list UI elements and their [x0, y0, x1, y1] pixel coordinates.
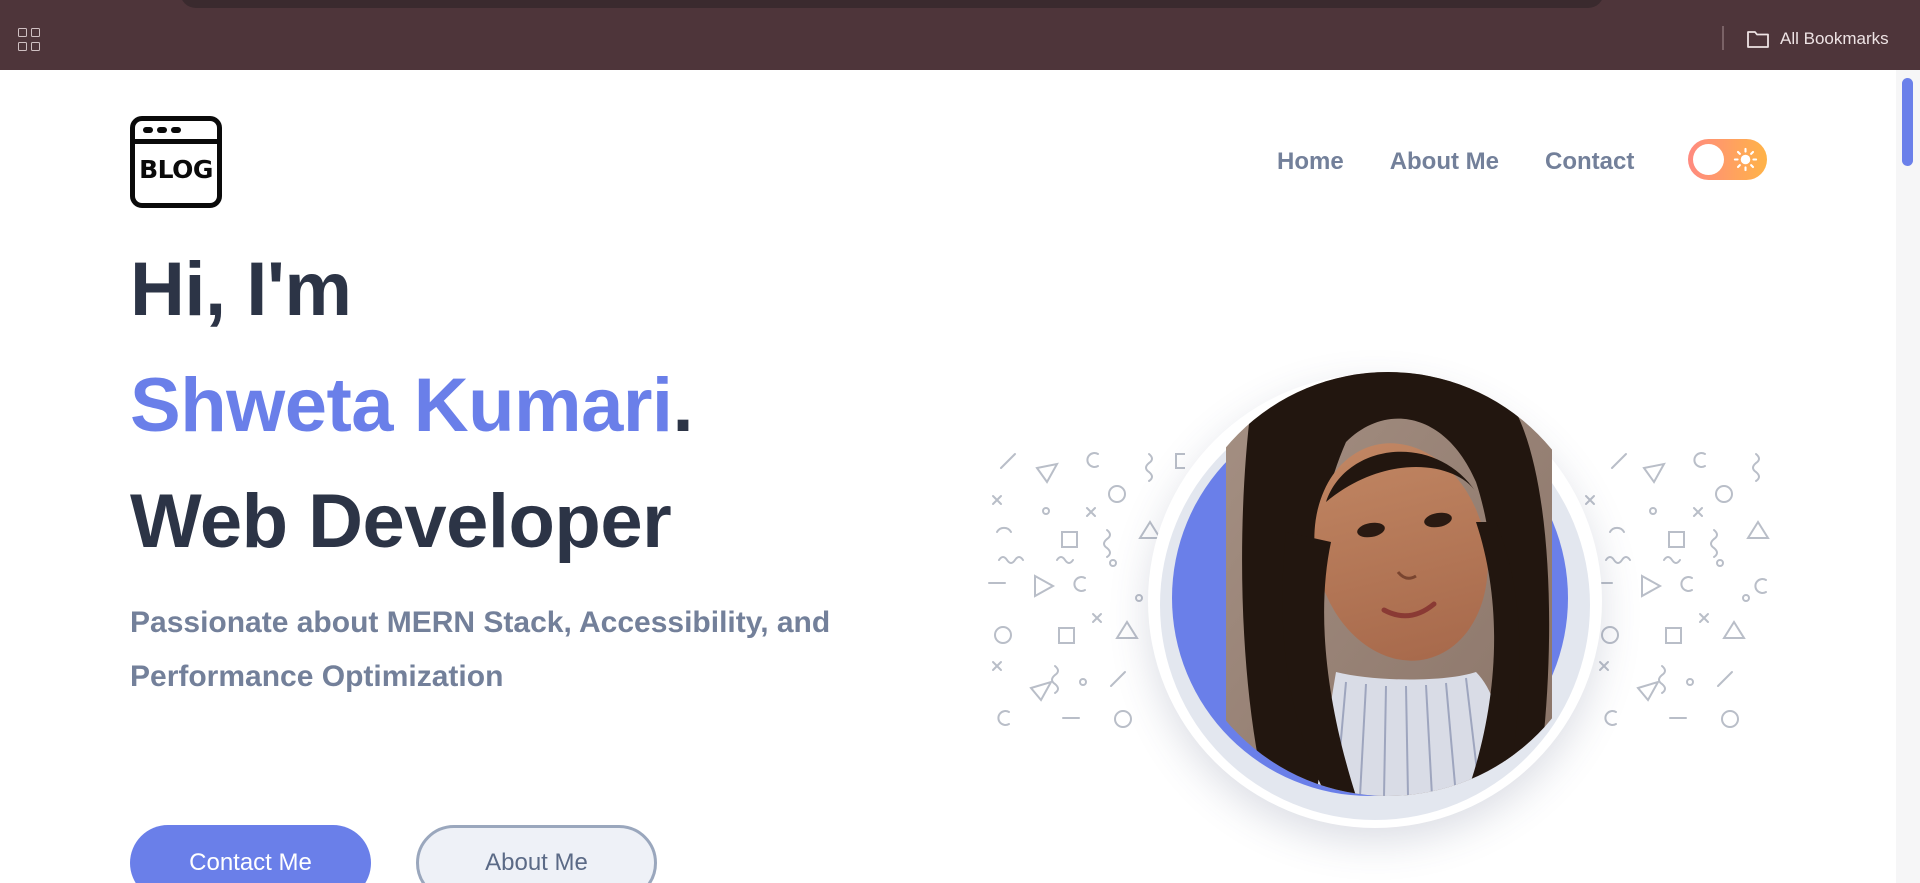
browser-bookmarks-bar: All Bookmarks [0, 0, 1920, 70]
bookmarks-divider [1722, 26, 1724, 50]
toggle-knob [1693, 144, 1724, 175]
hero-greeting: Hi, I'm [130, 247, 352, 332]
nav-about-me[interactable]: About Me [1390, 148, 1499, 176]
logo-dot [143, 127, 153, 133]
hero-name: Shweta Kumari [130, 363, 673, 448]
page-viewport: BLOG Home About Me Contact Hi, I'm Shwet… [0, 70, 1896, 883]
all-bookmarks-button[interactable]: All Bookmarks [1746, 26, 1889, 52]
theme-toggle[interactable] [1688, 139, 1767, 180]
logo-text: BLOG [139, 155, 213, 184]
page-scrollbar[interactable] [1896, 70, 1920, 883]
nav-home[interactable]: Home [1277, 148, 1344, 176]
nav-contact[interactable]: Contact [1545, 148, 1634, 176]
hero-name-period: . [672, 363, 694, 448]
address-bar-edge[interactable] [180, 0, 1604, 8]
hero-role: Web Developer [130, 479, 672, 564]
about-me-button[interactable]: About Me [416, 825, 657, 883]
hero-tagline: Passionate about MERN Stack, Accessibili… [130, 606, 831, 693]
contact-me-button[interactable]: Contact Me [130, 825, 371, 883]
blog-logo[interactable]: BLOG [130, 116, 222, 208]
decorative-shapes-pattern [1585, 452, 1770, 728]
profile-photo [1176, 372, 1600, 796]
logo-titlebar [135, 139, 217, 144]
scrollbar-thumb[interactable] [1902, 78, 1913, 166]
logo-dot [157, 127, 167, 133]
all-bookmarks-label: All Bookmarks [1780, 29, 1889, 48]
apps-grid-icon[interactable] [16, 26, 44, 54]
logo-dot [171, 127, 181, 133]
folder-icon [1747, 31, 1769, 48]
hero-name-line: Shweta Kumari. [130, 368, 694, 444]
main-nav: Home About Me Contact [1277, 148, 1634, 176]
sun-icon [1733, 147, 1758, 172]
